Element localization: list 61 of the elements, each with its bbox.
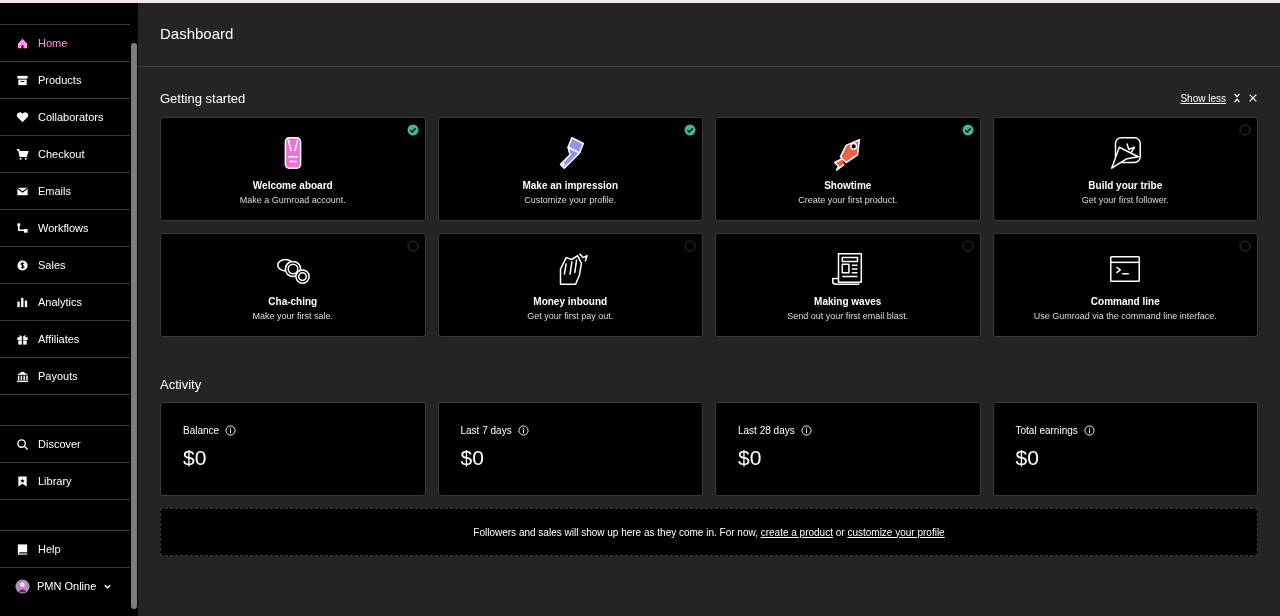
house-icon xyxy=(16,36,29,50)
task-title: Making waves xyxy=(814,296,882,307)
task-description: Customize your profile. xyxy=(524,195,617,205)
workflow-icon xyxy=(16,221,29,235)
task-description: Make a Gumroad account. xyxy=(239,195,346,205)
task-card[interactable]: Showtime Create your first product. xyxy=(715,117,981,221)
task-description: Get your first follower. xyxy=(1081,195,1169,205)
task-card[interactable]: Build your tribe Get your first follower. xyxy=(992,117,1258,221)
task-card[interactable]: Command line Use Gumroad via the command line interface. xyxy=(992,233,1258,337)
stat-label: Total earnings xyxy=(1015,425,1078,436)
stat-value: $0 xyxy=(183,446,208,470)
task-title: Welcome aboard xyxy=(252,180,333,191)
task-description: Make your first sale. xyxy=(252,311,333,321)
section-title: Getting started xyxy=(160,90,246,106)
bank-icon xyxy=(16,369,29,383)
info-icon[interactable] xyxy=(800,425,812,436)
stat-label: Last 28 days xyxy=(738,425,795,436)
task-card[interactable]: Cha-ching Make your first sale. xyxy=(160,233,426,337)
stat-value: $0 xyxy=(738,446,763,470)
dollar-icon xyxy=(16,258,29,272)
customize-profile-link[interactable]: customize your profile xyxy=(847,526,945,538)
task-card[interactable]: Welcome aboard Make a Gumroad account. xyxy=(160,117,426,221)
task-title: Build your tribe xyxy=(1088,180,1163,191)
cart-icon xyxy=(16,147,29,161)
collapse-icon[interactable] xyxy=(1232,93,1242,103)
info-icon[interactable] xyxy=(225,425,237,436)
task-description: Create your first product. xyxy=(798,195,898,205)
info-icon[interactable] xyxy=(517,425,529,436)
account-menu[interactable]: PMN Online xyxy=(0,568,130,604)
info-icon[interactable] xyxy=(1083,425,1095,436)
empty-state-message: Followers and sales will show up here as they come in. For now, create a product or customize your profile xyxy=(473,526,945,538)
task-description: Use Gumroad via the command line interface. xyxy=(1033,311,1217,321)
scroll-thumb[interactable] xyxy=(131,43,137,609)
box-icon xyxy=(16,73,29,87)
scrollbar[interactable] xyxy=(130,3,138,616)
task-description: Get your first pay out. xyxy=(527,311,614,321)
search-icon xyxy=(16,437,29,451)
task-card[interactable]: Making waves Send out your first email blast. xyxy=(715,233,981,337)
task-description: Send out your first email blast. xyxy=(787,311,909,321)
task-card[interactable]: Money inbound Get your first pay out. xyxy=(437,233,703,337)
task-card[interactable]: Make an impression Customize your profile. xyxy=(437,117,703,221)
close-icon[interactable] xyxy=(1248,93,1258,103)
task-title: Cha-ching xyxy=(268,296,318,307)
page-title: Dashboard xyxy=(160,24,234,42)
gift-icon xyxy=(16,332,29,346)
show-less-link[interactable]: Show less xyxy=(1180,92,1226,104)
avatar-icon xyxy=(15,578,30,594)
book-icon xyxy=(16,542,29,556)
task-title: Money inbound xyxy=(533,296,608,307)
stat-label: Last 7 days xyxy=(460,425,512,436)
bar-chart-icon xyxy=(16,295,29,309)
stat-label: Balance xyxy=(183,425,220,436)
bookmark-icon xyxy=(16,474,29,488)
stat-value: $0 xyxy=(460,446,485,470)
task-title: Make an impression xyxy=(522,180,619,191)
task-title: Showtime xyxy=(824,180,872,191)
create-product-link[interactable]: create a product xyxy=(760,526,833,538)
stat-value: $0 xyxy=(1015,446,1040,470)
heart-icon xyxy=(16,110,29,124)
section-title: Activity xyxy=(160,377,203,392)
task-title: Command line xyxy=(1090,296,1160,307)
